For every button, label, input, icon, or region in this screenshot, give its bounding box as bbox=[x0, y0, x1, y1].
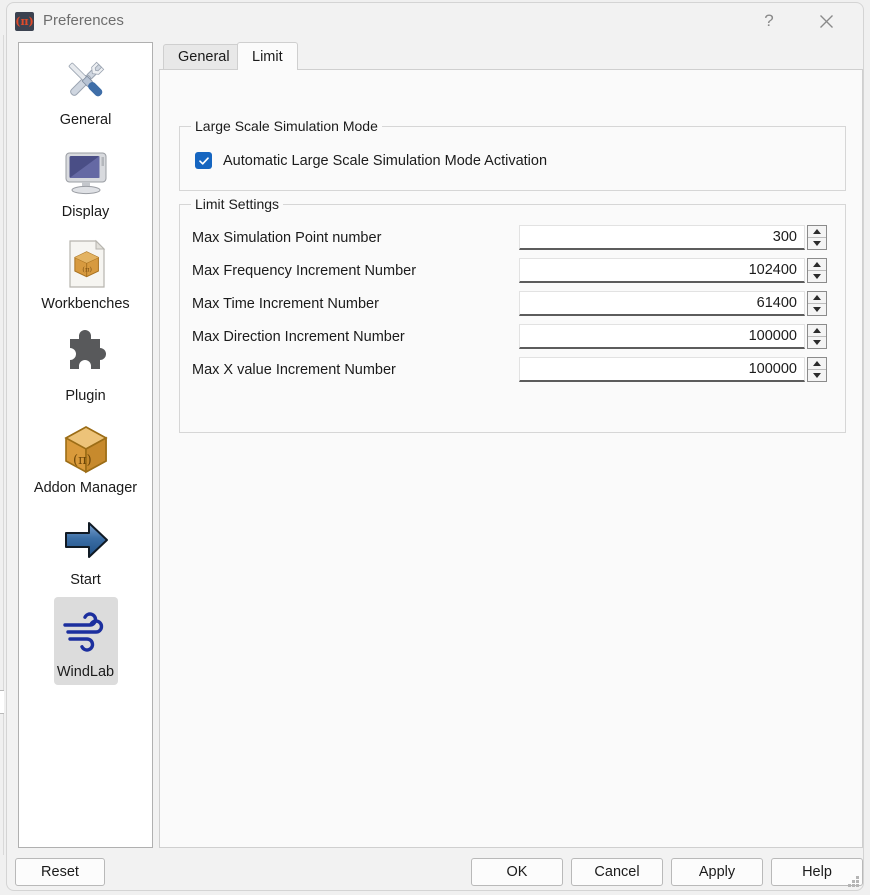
spinbox-arrows[interactable] bbox=[807, 357, 827, 382]
sidebar-item-start[interactable]: Start bbox=[19, 503, 152, 595]
sidebar-item-plugin[interactable]: Plugin bbox=[19, 319, 152, 411]
close-icon[interactable] bbox=[805, 7, 847, 35]
spinbox-max-simulation-point-number[interactable]: 300 bbox=[519, 225, 827, 250]
monitor-display-icon bbox=[57, 143, 115, 201]
cancel-button[interactable]: Cancel bbox=[571, 858, 663, 886]
setting-label: Max Time Increment Number bbox=[192, 296, 519, 312]
tab-general[interactable]: General bbox=[163, 44, 245, 69]
ok-button[interactable]: OK bbox=[471, 858, 563, 886]
sidebar-item-addon-manager[interactable]: (π) Addon Manager bbox=[19, 411, 152, 503]
setting-label: Max Frequency Increment Number bbox=[192, 263, 519, 279]
setting-row-max-direction-increment-number: Max Direction Increment Number 100000 bbox=[192, 324, 835, 349]
sidebar-item-label: Workbenches bbox=[41, 296, 129, 312]
sidebar-item-label: General bbox=[60, 112, 112, 128]
spinbox-arrows[interactable] bbox=[807, 291, 827, 316]
spinbox-value[interactable]: 102400 bbox=[519, 258, 805, 283]
checkbox-label: Automatic Large Scale Simulation Mode Ac… bbox=[223, 153, 547, 169]
sidebar-item-label: WindLab bbox=[57, 664, 114, 680]
spinbox-down-arrow-icon[interactable] bbox=[808, 304, 826, 315]
apply-button[interactable]: Apply bbox=[671, 858, 763, 886]
reset-button[interactable]: Reset bbox=[15, 858, 105, 886]
sidebar-item-label: Display bbox=[62, 204, 110, 220]
spinbox-arrows[interactable] bbox=[807, 258, 827, 283]
setting-row-max-frequency-increment-number: Max Frequency Increment Number 102400 bbox=[192, 258, 835, 283]
window-edge-handle[interactable] bbox=[0, 690, 4, 714]
group-large-scale-simulation-mode: Large Scale Simulation Mode Automatic La… bbox=[179, 126, 846, 191]
sidebar-item-windlab[interactable]: WindLab bbox=[19, 595, 152, 687]
sidebar-item-display[interactable]: Display bbox=[19, 135, 152, 227]
spinbox-up-arrow-icon[interactable] bbox=[808, 358, 826, 370]
group-title: Limit Settings bbox=[191, 196, 283, 212]
setting-label: Max Direction Increment Number bbox=[192, 329, 519, 345]
setting-label: Max Simulation Point number bbox=[192, 230, 519, 246]
window-title: Preferences bbox=[43, 12, 124, 29]
spinbox-value[interactable]: 100000 bbox=[519, 357, 805, 382]
spinbox-max-time-increment-number[interactable]: 61400 bbox=[519, 291, 827, 316]
title-bar: (π) Preferences ? bbox=[7, 3, 863, 39]
document-box-icon: (π) bbox=[57, 235, 115, 293]
preferences-sidebar[interactable]: General Display bbox=[18, 42, 153, 848]
spinbox-value[interactable]: 61400 bbox=[519, 291, 805, 316]
tools-wrench-screwdriver-icon bbox=[57, 51, 115, 109]
group-title: Large Scale Simulation Mode bbox=[191, 118, 382, 134]
spinbox-arrows[interactable] bbox=[807, 225, 827, 250]
orange-box-pi-icon: (π) bbox=[57, 419, 115, 477]
spinbox-down-arrow-icon[interactable] bbox=[808, 370, 826, 381]
svg-text:(π): (π) bbox=[82, 266, 92, 274]
spinbox-arrows[interactable] bbox=[807, 324, 827, 349]
tab-bar: General Limit bbox=[159, 42, 857, 69]
automatic-large-scale-checkbox-row[interactable]: Automatic Large Scale Simulation Mode Ac… bbox=[195, 152, 547, 169]
sidebar-item-workbenches[interactable]: (π) Workbenches bbox=[19, 227, 152, 319]
spinbox-down-arrow-icon[interactable] bbox=[808, 238, 826, 249]
spinbox-down-arrow-icon[interactable] bbox=[808, 271, 826, 282]
setting-label: Max X value Increment Number bbox=[192, 362, 519, 378]
spinbox-value[interactable]: 100000 bbox=[519, 324, 805, 349]
dialog-window: (π) Preferences ? bbox=[6, 2, 864, 891]
spinbox-down-arrow-icon[interactable] bbox=[808, 337, 826, 348]
dialog-footer: Reset OK Cancel Apply Help bbox=[7, 852, 865, 892]
resize-grip-icon[interactable] bbox=[847, 875, 860, 888]
help-icon[interactable]: ? bbox=[748, 7, 790, 35]
preferences-dialog: (π) Preferences ? bbox=[0, 0, 870, 895]
freecad-pi-icon: (π) bbox=[15, 12, 34, 31]
setting-row-max-time-increment-number: Max Time Increment Number 61400 bbox=[192, 291, 835, 316]
sidebar-item-label: Start bbox=[70, 572, 101, 588]
group-limit-settings: Limit Settings Max Simulation Point numb… bbox=[179, 204, 846, 433]
spinbox-up-arrow-icon[interactable] bbox=[808, 325, 826, 337]
tab-panel-limit: Large Scale Simulation Mode Automatic La… bbox=[159, 69, 863, 848]
window-left-edge bbox=[3, 35, 4, 855]
spinbox-up-arrow-icon[interactable] bbox=[808, 292, 826, 304]
setting-row-max-x-value-increment-number: Max X value Increment Number 100000 bbox=[192, 357, 835, 382]
setting-row-max-simulation-point-number: Max Simulation Point number 300 bbox=[192, 225, 835, 250]
tab-limit[interactable]: Limit bbox=[237, 42, 298, 70]
spinbox-max-frequency-increment-number[interactable]: 102400 bbox=[519, 258, 827, 283]
sidebar-item-general[interactable]: General bbox=[19, 43, 152, 135]
checkbox-checked-icon[interactable] bbox=[195, 152, 212, 169]
spinbox-max-x-value-increment-number[interactable]: 100000 bbox=[519, 357, 827, 382]
wind-swirl-icon bbox=[57, 603, 115, 661]
blue-arrow-right-icon bbox=[57, 511, 115, 569]
sidebar-item-label: Plugin bbox=[65, 388, 105, 404]
spinbox-max-direction-increment-number[interactable]: 100000 bbox=[519, 324, 827, 349]
spinbox-up-arrow-icon[interactable] bbox=[808, 259, 826, 271]
spinbox-value[interactable]: 300 bbox=[519, 225, 805, 250]
puzzle-piece-icon bbox=[57, 327, 115, 385]
svg-text:(π): (π) bbox=[73, 453, 92, 468]
spinbox-up-arrow-icon[interactable] bbox=[808, 226, 826, 238]
preferences-content: General Limit Large Scale Simulation Mod… bbox=[159, 42, 857, 848]
sidebar-item-label: Addon Manager bbox=[34, 480, 137, 496]
